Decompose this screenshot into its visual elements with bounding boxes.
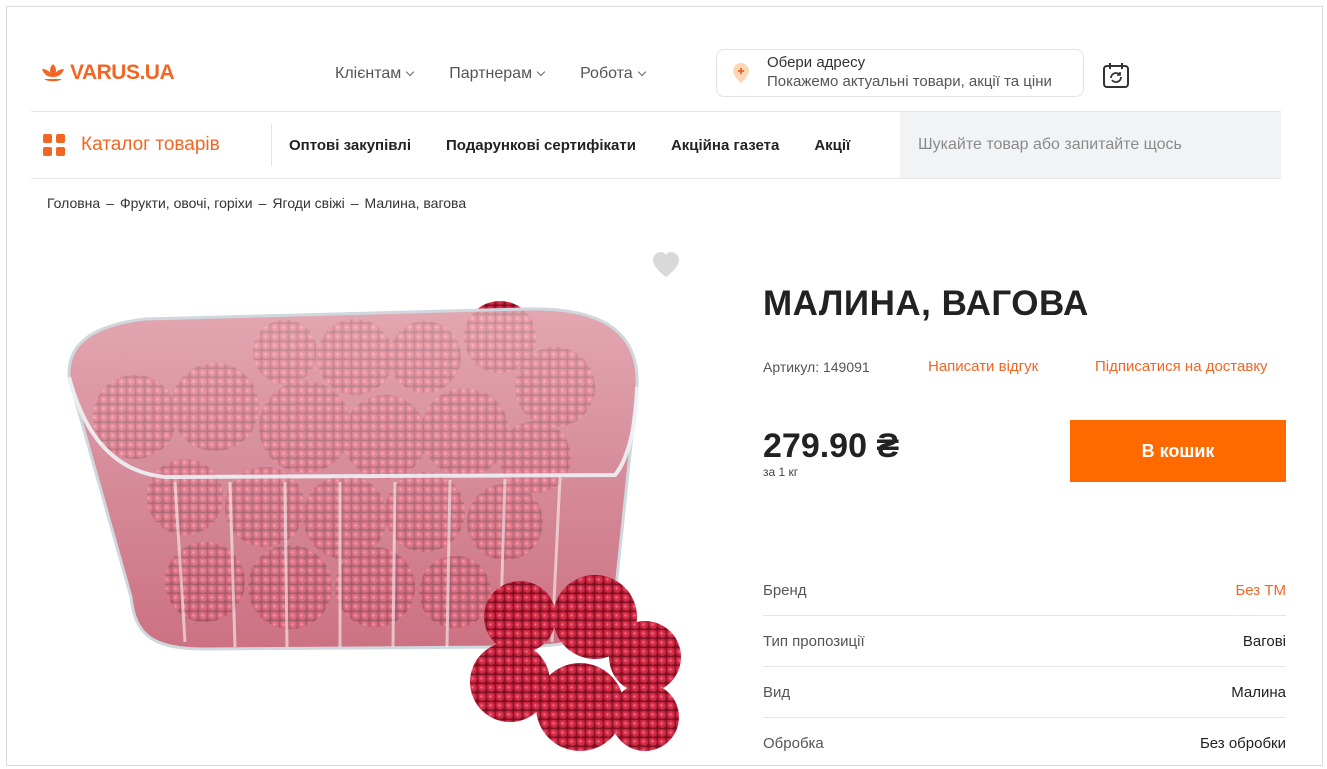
product-sku: Артикул: 149091 (763, 359, 870, 375)
address-subtitle: Покажемо актуальні товари, акції та ціни (767, 73, 1052, 90)
navbar-links: Оптові закупівлі Подарункові сертифікати… (289, 112, 850, 178)
link-gift-cards[interactable]: Подарункові сертифікати (446, 137, 636, 154)
nav-jobs-label: Робота (580, 65, 633, 82)
breadcrumb-home[interactable]: Головна (47, 195, 100, 211)
catalog-label: Каталог товарів (81, 134, 220, 155)
link-promotions[interactable]: Акції (814, 137, 850, 154)
main-navbar: Каталог товарів Оптові закупівлі Подарун… (31, 111, 1281, 179)
logo[interactable]: VARUS.UA (40, 61, 175, 85)
nav-clients-label: Клієнтам (335, 65, 402, 82)
breadcrumb-current: Малина, вагова (364, 195, 467, 211)
address-selector[interactable]: Обери адресу Покажемо актуальні товари, … (716, 49, 1084, 97)
chevron-down-icon (536, 67, 546, 77)
spec-kind-value: Малина (1231, 683, 1286, 701)
address-title: Обери адресу (767, 54, 866, 71)
heart-icon[interactable] (651, 251, 681, 279)
grid-icon (43, 134, 65, 156)
spec-row: Бренд Без ТМ (763, 565, 1286, 616)
delivery-calendar-icon[interactable] (1101, 60, 1131, 90)
breadcrumb-fruits[interactable]: Фрукти, овочі, горіхи (120, 195, 253, 211)
chevron-down-icon (406, 67, 415, 77)
spec-brand-key: Бренд (763, 581, 807, 599)
add-to-cart-button[interactable]: В кошик (1070, 420, 1286, 482)
catalog-button[interactable]: Каталог товарів (43, 112, 220, 178)
breadcrumb-separator: – (106, 195, 114, 211)
page-frame: VARUS.UA Клієнтам Партнерам Робота Обери… (6, 6, 1323, 766)
spec-offer-type-value: Вагові (1242, 632, 1286, 650)
spec-row: Вид Малина (763, 667, 1286, 718)
spec-processing-key: Обробка (763, 735, 824, 752)
spec-offer-type-key: Тип пропозиції (763, 632, 865, 650)
write-review-link[interactable]: Написати відгук (928, 358, 1038, 375)
spec-row: Тип пропозиції Вагові (763, 616, 1286, 667)
spec-kind-key: Вид (763, 683, 791, 701)
varus-flower-icon (42, 64, 64, 82)
link-wholesale[interactable]: Оптові закупівлі (289, 137, 411, 154)
price-unit: за 1 кг (763, 465, 799, 479)
chevron-down-icon (637, 67, 646, 77)
product-price: 279.90 ₴ (763, 427, 900, 465)
product-title: МАЛИНА, ВАГОВА (763, 284, 1089, 323)
divider (271, 124, 272, 166)
location-pin-icon (733, 63, 749, 83)
breadcrumb-separator: – (258, 195, 267, 211)
breadcrumb-berries[interactable]: Ягоди свіжі (272, 195, 344, 211)
nav-jobs[interactable]: Робота (580, 65, 646, 83)
nav-partners-label: Партнерам (449, 65, 533, 82)
logo-text: VARUS.UA (70, 61, 175, 84)
subscribe-delivery-link[interactable]: Підписатися на доставку (1095, 358, 1268, 375)
spec-row: Обробка Без обробки (763, 718, 1286, 765)
breadcrumb: Головна – Фрукти, овочі, горіхи – Ягоди … (47, 195, 466, 211)
product-specs: Бренд Без ТМ Тип пропозиції Вагові Вид М… (763, 565, 1286, 765)
top-nav: Клієнтам Партнерам Робота (335, 65, 646, 83)
nav-partners[interactable]: Партнерам (449, 65, 546, 83)
search-input[interactable] (900, 112, 1281, 178)
breadcrumb-separator: – (350, 195, 359, 211)
spec-brand-value[interactable]: Без ТМ (1235, 582, 1286, 599)
nav-clients[interactable]: Клієнтам (335, 65, 415, 83)
product-image (67, 301, 681, 751)
spec-processing-value: Без обробки (1199, 735, 1286, 752)
link-promo-newspaper[interactable]: Акційна газета (671, 137, 779, 154)
